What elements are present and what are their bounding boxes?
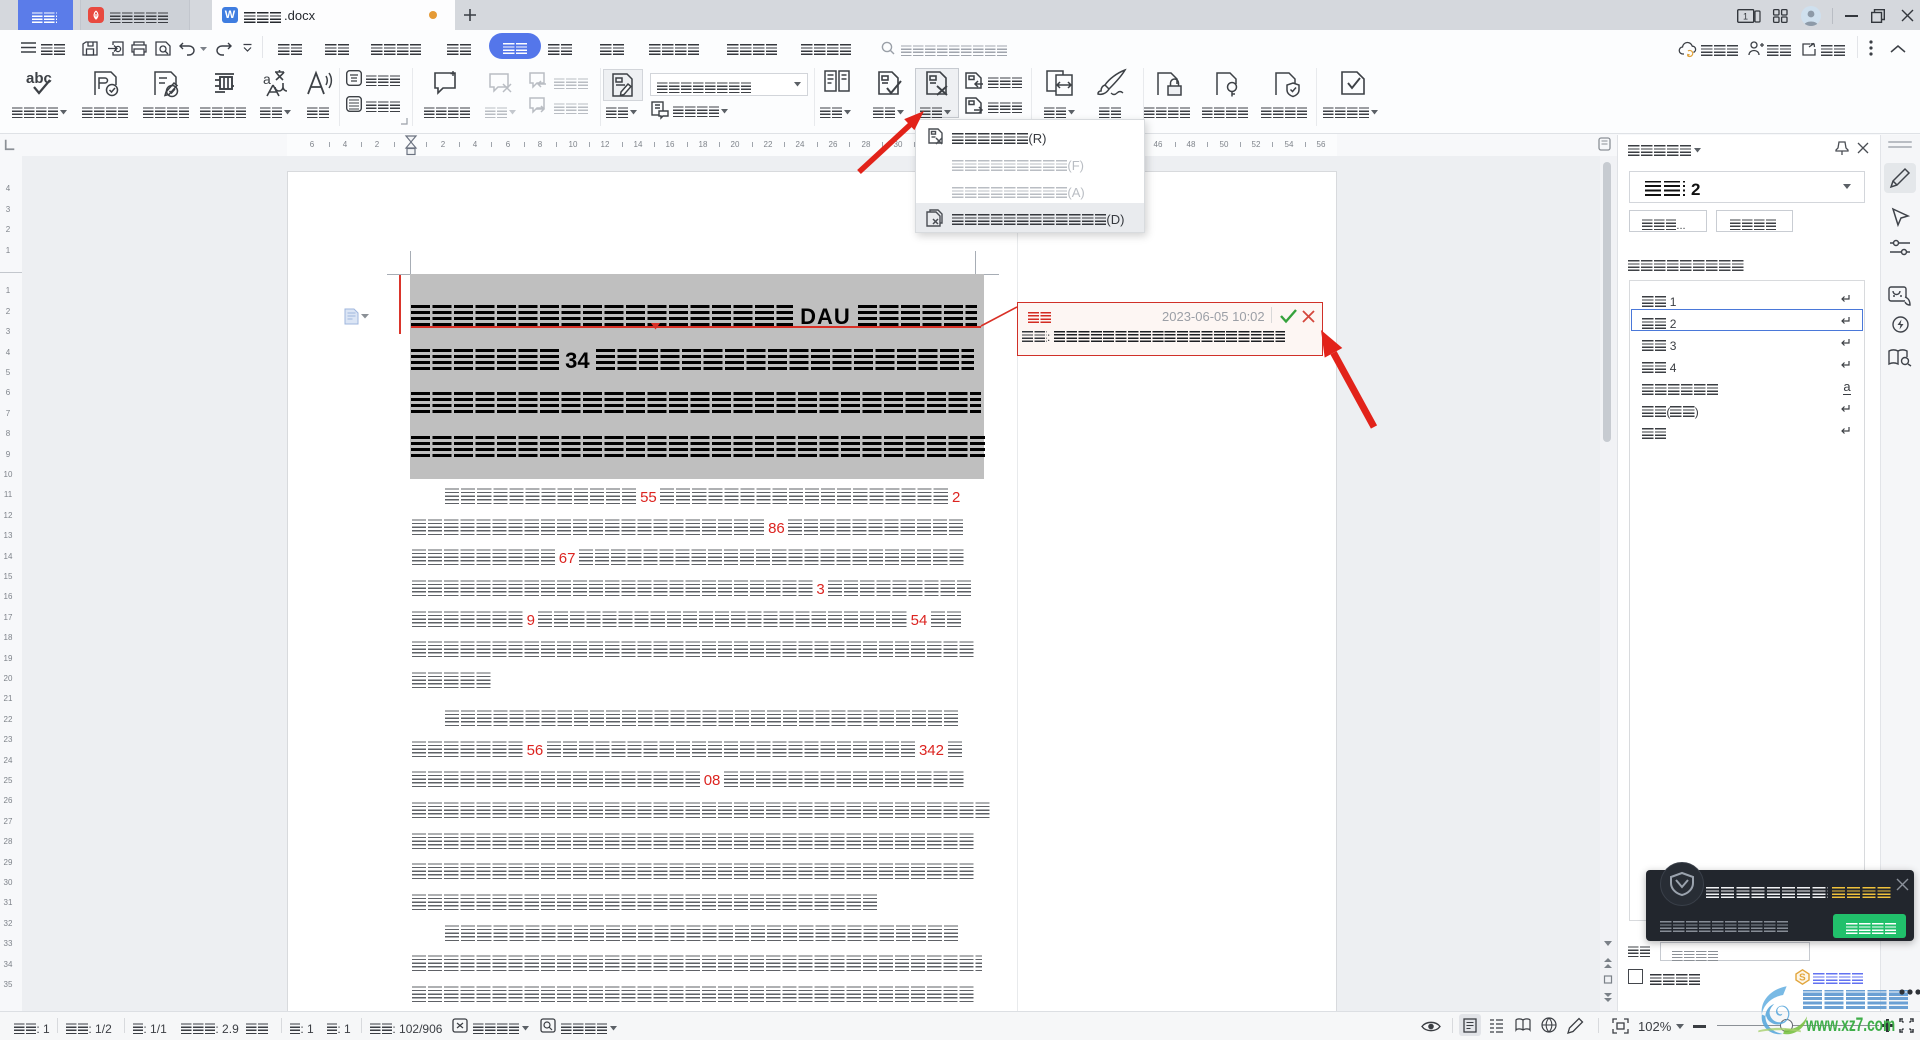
svg-text:S: S <box>1799 973 1806 984</box>
